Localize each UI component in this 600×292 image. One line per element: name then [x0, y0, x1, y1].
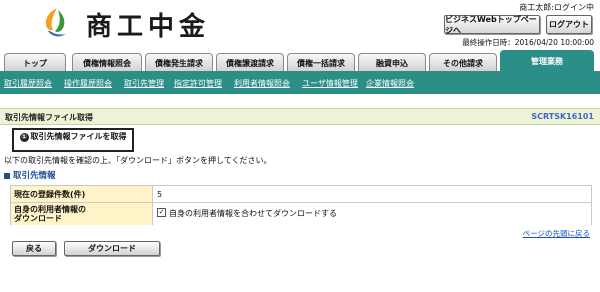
title-bar: 取引先情報ファイル取得 SCRTSK16101 — [0, 108, 600, 125]
submenu-operation-history[interactable]: 操作履歴照会 — [64, 78, 112, 89]
submenu-user-info-inquiry[interactable]: 利用者情報照会 — [234, 78, 290, 89]
step-indicator: ① 取引先情報ファイルを取得 — [12, 128, 134, 152]
sub-menu: 取引履歴照会 操作履歴照会 取引先管理 指定許可管理 利用者情報照会 ユーザ情報… — [0, 73, 600, 94]
tab-claim-transfer[interactable]: 債権譲渡請求 — [216, 53, 284, 72]
logo: 商工中金 — [38, 4, 230, 42]
download-button[interactable]: ダウンロード — [64, 241, 160, 256]
step-number-badge: ① — [19, 133, 29, 142]
include-own-user-label[interactable]: 自身の利用者情報を合わせてダウンロードする — [169, 209, 337, 218]
submenu-partner-management[interactable]: 取引先管理 — [124, 78, 164, 89]
step-label: 取引先情報ファイルを取得 — [30, 132, 127, 141]
section-title-text: 取引先情報 — [13, 171, 56, 181]
last-operation-time: 最終操作日時：2016/04/20 10:00:00 — [462, 38, 594, 47]
tab-claim-bulk[interactable]: 債権一括請求 — [287, 53, 355, 72]
submenu-transaction-history[interactable]: 取引履歴照会 — [4, 78, 52, 89]
tab-top[interactable]: トップ — [4, 53, 66, 72]
tab-admin[interactable]: 管理業務 — [500, 50, 594, 72]
submenu-company-info[interactable]: 企業情報照会 — [366, 78, 414, 89]
registered-count-value: 5 — [153, 186, 591, 203]
own-user-download-option: ✓ 自身の利用者情報を合わせてダウンロードする — [153, 203, 591, 225]
own-user-download-label: 自身の利用者情報の ダウンロード — [11, 203, 153, 225]
page-top-link[interactable]: ページの先頭に戻る — [523, 228, 590, 239]
logout-button[interactable]: ログアウト — [546, 15, 592, 34]
biz-web-top-button[interactable]: ビジネスWebトップページへ — [444, 15, 540, 35]
square-bullet-icon — [4, 172, 10, 179]
tab-other-requests[interactable]: その他請求 — [429, 53, 497, 72]
registered-count-label: 現在の登録件数(件) — [11, 186, 153, 203]
main-tabs: トップ 債権情報照会 債権発生請求 債権譲渡請求 債権一括請求 融資申込 その他… — [0, 50, 600, 72]
submenu-user-info-management[interactable]: ユーザ情報管理 — [302, 78, 358, 89]
instruction-text: 以下の取引先情報を確認の上、「ダウンロード」ボタンを押してください。 — [4, 156, 272, 165]
submenu-designated-permission[interactable]: 指定許可管理 — [174, 78, 222, 89]
screen-id: SCRTSK16101 — [531, 112, 594, 121]
page-title: 取引先情報ファイル取得 — [5, 113, 93, 122]
user-status: 商工太郎:ログイン中 — [519, 3, 594, 12]
partner-info-table: 現在の登録件数(件) 5 自身の利用者情報の ダウンロード ✓ 自身の利用者情報を… — [10, 185, 592, 225]
include-own-user-checkbox[interactable]: ✓ — [157, 208, 166, 217]
tab-claim-issue[interactable]: 債権発生請求 — [145, 53, 213, 72]
back-button[interactable]: 戻る — [12, 241, 56, 256]
tab-loan-application[interactable]: 融資申込 — [358, 53, 426, 72]
logo-text: 商工中金 — [86, 12, 211, 42]
section-heading: 取引先情報 — [4, 169, 56, 181]
header: 商工中金 商工太郎:ログイン中 ビジネスWebトップページへ ログアウト 最終操… — [0, 0, 600, 50]
tab-claim-inquiry[interactable]: 債権情報照会 — [72, 53, 142, 72]
logo-mark-icon — [45, 8, 66, 37]
